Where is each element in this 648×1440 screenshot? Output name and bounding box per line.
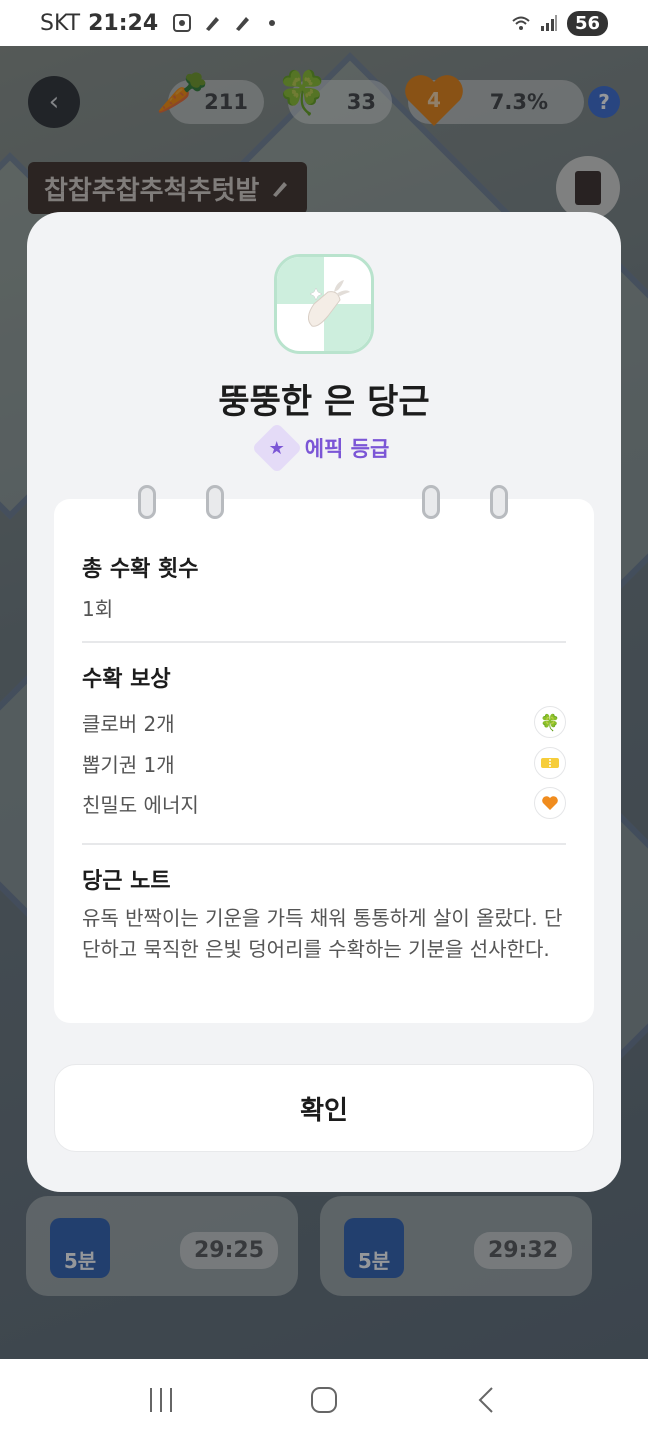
recent-apps-button[interactable]	[131, 1375, 191, 1425]
pen-icon	[206, 17, 220, 31]
signal-icon	[540, 15, 557, 31]
pen-icon-2	[236, 17, 250, 31]
carrot-detail-modal: 뚱뚱한 은 당근 ★ 에픽 등급 총 수확 횟수 1회 수확 보상 클로버 2개…	[27, 212, 621, 1192]
binder-ring	[422, 485, 440, 519]
home-icon	[310, 1386, 337, 1413]
grade-badge: ★ 에픽 등급	[27, 422, 621, 474]
grade-label: 에픽 등급	[304, 437, 390, 461]
home-button[interactable]	[294, 1375, 354, 1425]
reward-row: 친밀도 에너지	[82, 786, 566, 820]
back-arrow-icon	[478, 1386, 493, 1413]
status-bar: SKT 21:24 56	[0, 0, 648, 46]
battery-level: 56	[566, 10, 608, 36]
item-name: 뚱뚱한 은 당근	[218, 382, 430, 422]
note-title: 당근 노트	[82, 869, 171, 894]
clover-icon: 🍀	[534, 706, 566, 738]
notification-icons	[172, 13, 282, 33]
binder-ring	[138, 485, 156, 519]
reward-row: 뽑기권 1개	[82, 746, 566, 780]
total-harvest-title: 총 수확 횟수	[82, 557, 199, 582]
divider	[82, 641, 566, 643]
dot-icon	[269, 20, 276, 26]
ticket-icon	[534, 747, 566, 779]
divider	[82, 843, 566, 845]
note-text: 유독 반짝이는 기운을 가득 채워 통통하게 살이 올랐다. 단단하고 묵직한 …	[82, 906, 563, 961]
confirm-button[interactable]: 확인	[54, 1064, 594, 1152]
binder-ring	[490, 485, 508, 519]
carrier-label: SKT	[40, 10, 81, 36]
back-nav-button[interactable]	[457, 1375, 517, 1425]
system-navigation-bar	[0, 1359, 648, 1440]
recent-apps-icon	[150, 1387, 173, 1412]
heart-icon	[534, 787, 566, 819]
epic-star-icon: ★	[251, 422, 303, 474]
reward-label: 뽑기권 1개	[82, 752, 175, 777]
total-harvest-value: 1회	[82, 597, 114, 621]
clock: 21:24	[88, 10, 159, 36]
item-icon-frame	[274, 254, 374, 354]
info-card: 총 수확 횟수 1회 수확 보상 클로버 2개 🍀 뽑기권 1개 친밀도 에너지…	[54, 485, 594, 1023]
reward-row: 클로버 2개 🍀	[82, 705, 566, 739]
rewards-title: 수확 보상	[82, 667, 171, 692]
silver-carrot-icon	[277, 257, 371, 351]
binder-ring	[206, 485, 224, 519]
screenshot-icon	[173, 14, 192, 32]
reward-label: 친밀도 에너지	[82, 792, 199, 817]
reward-label: 클로버 2개	[82, 711, 175, 736]
wifi-icon	[512, 16, 530, 30]
